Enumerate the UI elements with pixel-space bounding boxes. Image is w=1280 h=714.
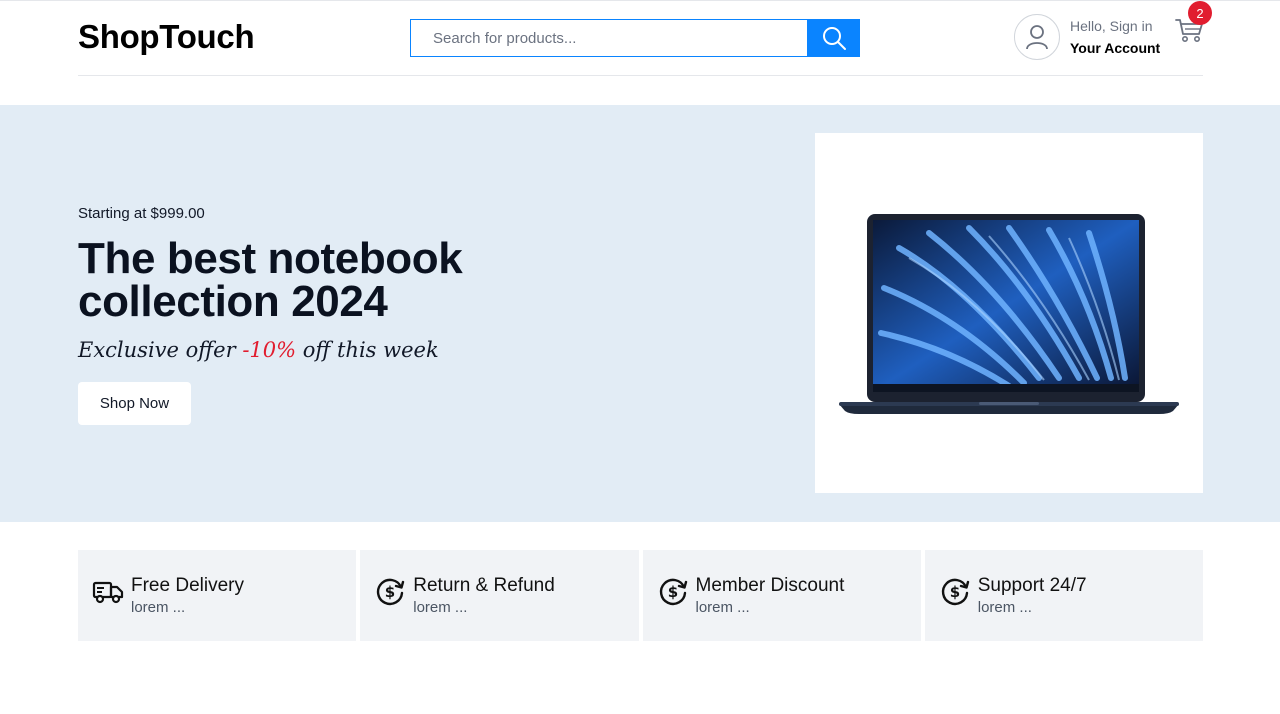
- feature-subtitle: lorem ...: [131, 599, 186, 616]
- user-icon: [1026, 25, 1048, 50]
- feature-card: $ Member Discount lorem ...: [642, 550, 921, 641]
- feature-card: $ Return & Refund lorem ...: [360, 550, 639, 641]
- feature-card: Free Delivery lorem ...: [78, 550, 357, 641]
- laptop-illustration: [839, 214, 1179, 414]
- hero-offer: Exclusive offer -10% off this week: [78, 338, 439, 362]
- feature-title: Free Delivery: [131, 575, 244, 596]
- site-header: ShopTouch Hello, Sign in Your Account: [0, 0, 1280, 104]
- search-input[interactable]: [410, 19, 807, 57]
- feature-card: $ Support 24/7 lorem ...: [924, 550, 1203, 641]
- account-greeting: Hello, Sign in: [1070, 18, 1153, 34]
- account-title: Your Account: [1070, 40, 1161, 56]
- svg-text:$: $: [385, 583, 395, 601]
- laptop-image[interactable]: [815, 133, 1203, 493]
- hero-price: Starting at $999.00: [78, 205, 205, 222]
- feature-title: Return & Refund: [413, 575, 555, 596]
- dollar-cycle-icon: $: [659, 578, 687, 606]
- offer-suffix: off this week: [302, 338, 439, 362]
- account-link[interactable]: Hello, Sign in Your Account: [1014, 14, 1160, 60]
- dollar-cycle-icon: $: [377, 578, 405, 606]
- dollar-cycle-icon: $: [941, 578, 969, 606]
- feature-title: Member Discount: [695, 575, 845, 596]
- svg-text:$: $: [667, 583, 677, 601]
- offer-prefix: Exclusive offer: [78, 338, 236, 362]
- feature-subtitle: lorem ...: [413, 599, 468, 616]
- shop-now-button[interactable]: Shop Now: [78, 382, 191, 425]
- offer-percent: -10%: [242, 338, 297, 362]
- search-bar: [410, 19, 860, 57]
- search-button[interactable]: [807, 19, 860, 57]
- delivery-truck-icon: [92, 581, 124, 604]
- feature-subtitle: lorem ...: [695, 599, 750, 616]
- features-strip: Free Delivery lorem ... $ Return & Refun…: [78, 550, 1203, 641]
- header-divider: [78, 75, 1203, 76]
- feature-subtitle: lorem ...: [977, 599, 1032, 616]
- avatar: [1014, 14, 1060, 60]
- hero-banner: Starting at $999.00 The best notebook co…: [0, 105, 1280, 522]
- feature-title: Support 24/7: [977, 575, 1087, 596]
- hero-title: The best notebook collection 2024: [78, 234, 463, 326]
- cart-count-badge: 2: [1188, 1, 1212, 25]
- svg-text:$: $: [950, 583, 960, 601]
- site-logo[interactable]: ShopTouch: [78, 18, 255, 56]
- search-icon: [822, 27, 846, 50]
